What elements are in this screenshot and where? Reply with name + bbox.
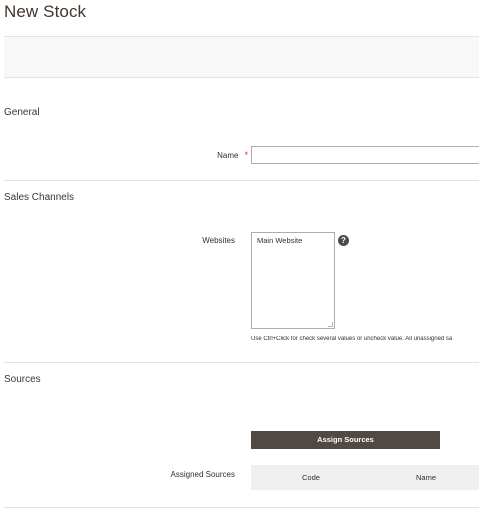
websites-label: Websites xyxy=(202,236,235,245)
websites-field-note: Use Ctrl+Click for check several values … xyxy=(251,336,453,342)
section-title-sales-channels[interactable]: Sales Channels xyxy=(4,192,74,203)
column-header-code[interactable]: Code xyxy=(302,473,320,482)
name-input[interactable] xyxy=(251,146,479,164)
websites-option-main-website[interactable]: Main Website xyxy=(252,233,334,245)
section-divider xyxy=(4,180,479,181)
section-divider xyxy=(4,507,479,508)
name-label-text: Name xyxy=(217,151,239,160)
column-header-name[interactable]: Name xyxy=(416,473,436,482)
assigned-sources-grid-header: Code Name xyxy=(251,465,479,490)
resize-grip-icon[interactable] xyxy=(328,322,333,327)
page-actions-bar xyxy=(4,36,479,78)
page-title: New Stock xyxy=(4,2,87,21)
required-indicator: * xyxy=(244,150,248,160)
assign-sources-button[interactable]: Assign Sources xyxy=(251,431,440,449)
section-title-sources[interactable]: Sources xyxy=(4,374,41,385)
section-title-general[interactable]: General xyxy=(4,107,40,118)
section-divider xyxy=(4,362,479,363)
question-circle-icon[interactable]: ? xyxy=(338,235,349,246)
websites-multiselect[interactable]: Main Website xyxy=(251,232,335,329)
name-field-label: Name * xyxy=(180,150,248,160)
assigned-sources-label: Assigned Sources xyxy=(170,470,235,479)
